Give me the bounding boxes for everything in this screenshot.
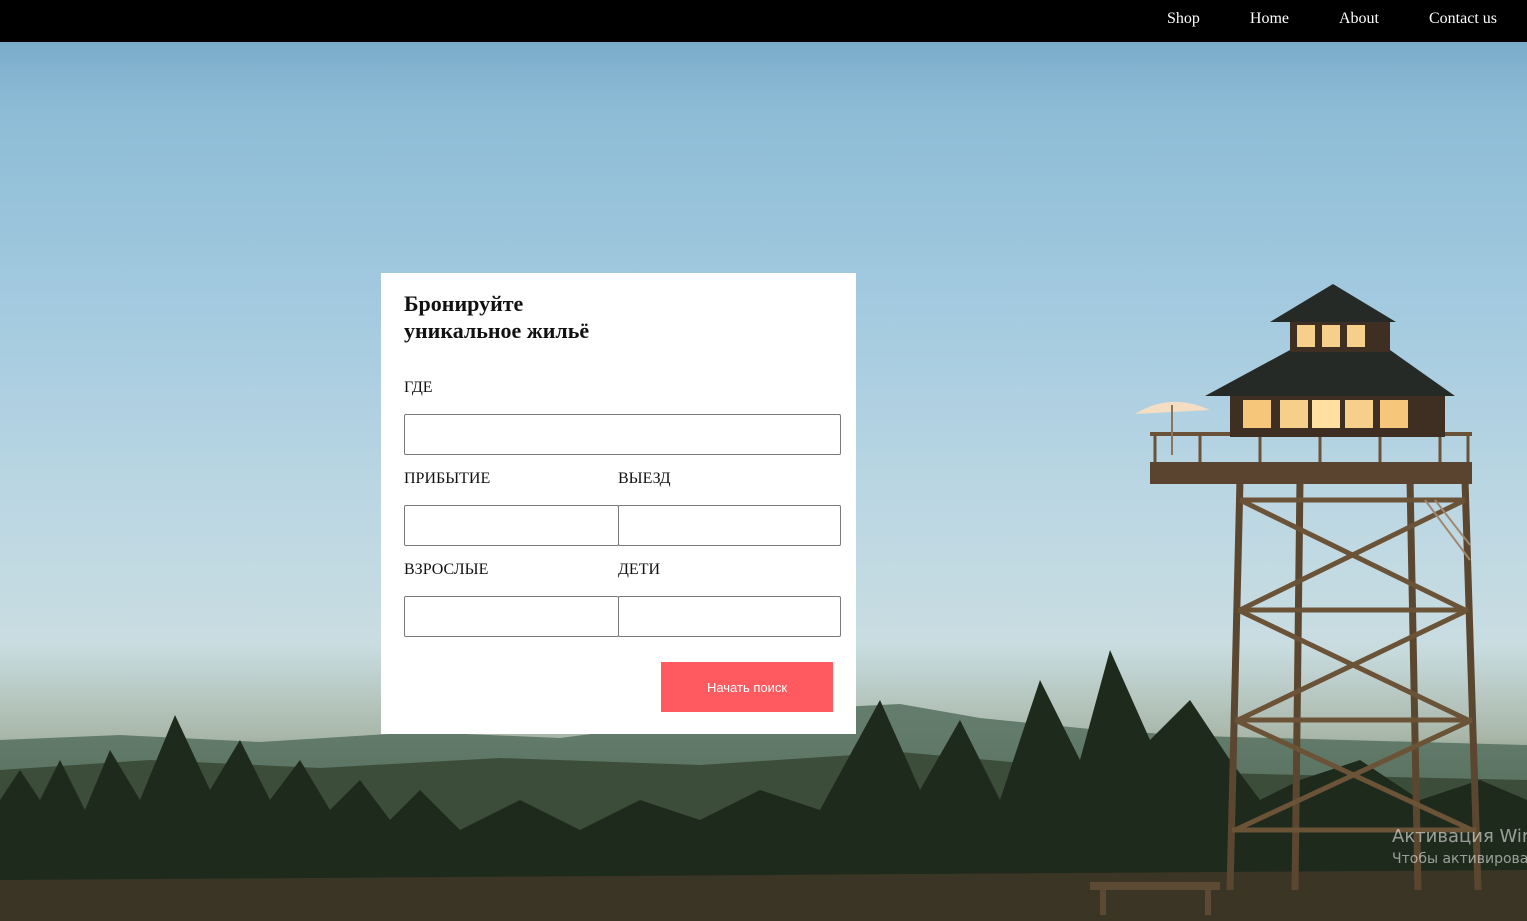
- booking-title-line1: Бронируйте: [404, 291, 524, 316]
- arrival-date-input[interactable]: [404, 505, 619, 546]
- arrival-label: ПРИБЫТИЕ: [404, 470, 491, 487]
- booking-title-line2: уникальное жильё: [404, 318, 590, 343]
- watermark-line2: Чтобы активироват: [1392, 851, 1527, 867]
- nav-link-about[interactable]: About: [1339, 10, 1379, 28]
- where-label: ГДЕ: [404, 379, 433, 396]
- start-search-button[interactable]: Начать поиск: [661, 662, 833, 712]
- adults-label: ВЗРОСЛЫЕ: [404, 561, 489, 578]
- page: Shop Home About Contact us Бронируйте ун…: [0, 0, 1527, 921]
- children-label: ДЕТИ: [618, 561, 661, 578]
- windows-activation-watermark: Активация Wir Чтобы активироват: [1392, 826, 1527, 867]
- nav-link-shop[interactable]: Shop: [1167, 10, 1200, 28]
- where-input[interactable]: [404, 414, 841, 455]
- main-nav: Shop Home About Contact us: [1117, 0, 1497, 38]
- nav-link-home[interactable]: Home: [1250, 10, 1289, 28]
- adults-input[interactable]: [404, 596, 619, 637]
- booking-title: Бронируйте уникальное жильё: [404, 290, 664, 344]
- top-navigation-bar: Shop Home About Contact us: [0, 0, 1527, 42]
- watermark-line1: Активация Wir: [1392, 826, 1527, 847]
- booking-form-card: Бронируйте уникальное жильё ГДЕ ПРИБЫТИЕ…: [381, 273, 856, 734]
- departure-date-input[interactable]: [618, 505, 841, 546]
- children-input[interactable]: [618, 596, 841, 637]
- nav-link-contact-us[interactable]: Contact us: [1429, 10, 1497, 28]
- departure-label: ВЫЕЗД: [618, 470, 671, 487]
